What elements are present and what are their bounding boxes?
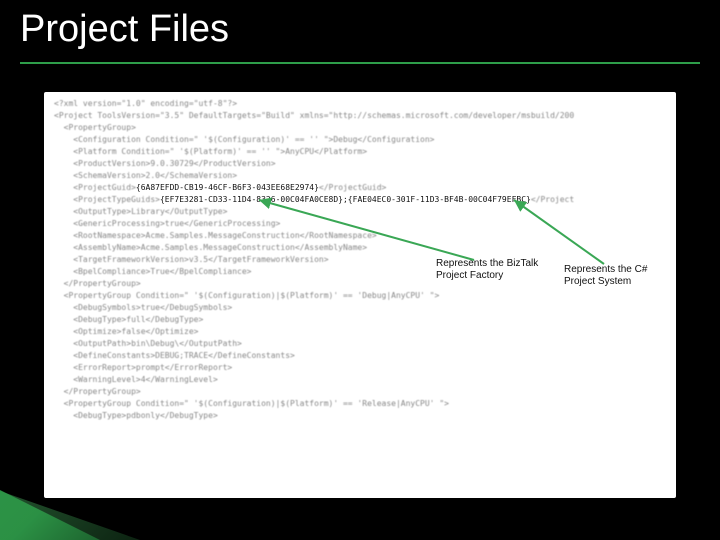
code-pane: <?xml version="1.0" encoding="utf-8"?> <…	[44, 92, 676, 498]
page-title: Project Files	[20, 8, 229, 51]
divider	[20, 62, 700, 64]
annotation-csharp: Represents the C# Project System	[564, 264, 647, 288]
arrow-biztalk-icon	[44, 92, 676, 498]
slide: Project Files <?xml version="1.0" encodi…	[0, 0, 720, 540]
annotation-biztalk: Represents the BizTalk Project Factory	[436, 258, 538, 282]
